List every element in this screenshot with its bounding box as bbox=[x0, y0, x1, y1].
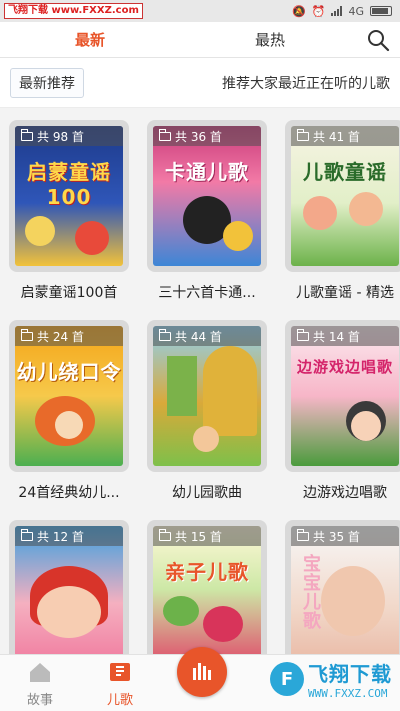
track-count: 共 24 首 bbox=[37, 329, 84, 344]
signal-icon bbox=[331, 6, 343, 16]
album-card[interactable]: 幼儿绕口令 共 24 首 24首经典幼儿... bbox=[6, 320, 132, 502]
fxxz-watermark: F 飞翔下载 WWW.FXXZ.COM bbox=[270, 658, 392, 700]
status-bar: 飞翔下载 www.FXXZ.com 🔕 ⏰ 4G bbox=[0, 0, 400, 22]
site-watermark: 飞翔下载 www.FXXZ.com bbox=[4, 3, 143, 19]
folder-icon bbox=[297, 328, 309, 341]
album-title: 启蒙童谣100首 bbox=[20, 285, 118, 301]
nav-story-label: 故事 bbox=[26, 693, 53, 708]
track-count-badge: 共 15 首 bbox=[153, 526, 261, 546]
equalizer-icon bbox=[193, 663, 211, 680]
album-cover: 共 44 首 bbox=[147, 320, 267, 472]
track-count-badge: 共 14 首 bbox=[291, 326, 399, 346]
folder-icon bbox=[21, 128, 33, 141]
album-grid: 启蒙童谣100 共 98 首 启蒙童谣100首 卡通儿歌 共 36 首 三十六首… bbox=[0, 108, 400, 654]
track-count-badge: 共 44 首 bbox=[153, 326, 261, 346]
album-cover: 亲子儿歌 共 15 首 bbox=[147, 520, 267, 654]
tab-hot[interactable]: 最热 bbox=[230, 29, 310, 50]
nav-song[interactable]: 儿歌 bbox=[90, 661, 150, 708]
track-count: 共 98 首 bbox=[37, 129, 84, 144]
album-cover: 宝宝儿歌 共 35 首 bbox=[285, 520, 400, 654]
fxxz-logo-icon: F bbox=[270, 662, 304, 696]
cover-title: 宝宝儿歌 bbox=[300, 554, 321, 630]
album-cover: 共 12 首 bbox=[9, 520, 129, 654]
folder-icon bbox=[159, 328, 171, 341]
track-count: 共 15 首 bbox=[175, 529, 222, 544]
watermark-sub: WWW.FXXZ.COM bbox=[308, 687, 388, 700]
album-cover: 边游戏边唱歌 共 14 首 bbox=[285, 320, 400, 472]
album-title: 边游戏边唱歌 bbox=[303, 485, 387, 501]
album-title: 儿歌童谣 - 精选 bbox=[296, 285, 394, 301]
track-count: 共 12 首 bbox=[37, 529, 84, 544]
album-cover: 卡通儿歌 共 36 首 bbox=[147, 120, 267, 272]
track-count: 共 41 首 bbox=[313, 129, 360, 144]
folder-icon bbox=[159, 528, 171, 541]
album-title: 三十六首卡通... bbox=[158, 285, 256, 301]
latest-recommend-chip[interactable]: 最新推荐 bbox=[10, 67, 84, 98]
cover-title: 启蒙童谣100 bbox=[27, 160, 111, 209]
top-tabs: 最新 最热 bbox=[0, 22, 400, 60]
network-type: 4G bbox=[348, 4, 364, 18]
album-card[interactable]: 边游戏边唱歌 共 14 首 边游戏边唱歌 bbox=[282, 320, 400, 502]
track-count-badge: 共 24 首 bbox=[15, 326, 123, 346]
album-card[interactable]: 共 12 首 bbox=[6, 520, 132, 654]
album-card[interactable]: 启蒙童谣100 共 98 首 启蒙童谣100首 bbox=[6, 120, 132, 302]
track-count: 共 36 首 bbox=[175, 129, 222, 144]
track-count: 共 35 首 bbox=[313, 529, 360, 544]
nav-song-label: 儿歌 bbox=[106, 693, 133, 708]
cover-title: 卡通儿歌 bbox=[165, 160, 249, 184]
album-card[interactable]: 卡通儿歌 共 36 首 三十六首卡通... bbox=[144, 120, 270, 302]
mute-icon: 🔕 bbox=[292, 4, 306, 18]
nav-story[interactable]: 故事 bbox=[10, 661, 70, 708]
album-card[interactable]: 共 44 首 幼儿园歌曲 bbox=[144, 320, 270, 502]
folder-icon bbox=[297, 528, 309, 541]
cover-title: 亲子儿歌 bbox=[165, 560, 249, 584]
recommend-banner: 最新推荐 推荐大家最近正在听的儿歌 bbox=[0, 58, 400, 108]
folder-icon bbox=[159, 128, 171, 141]
album-cover: 儿歌童谣 共 41 首 bbox=[285, 120, 400, 272]
cover-title: 幼儿绕口令 bbox=[16, 360, 122, 384]
album-cover: 幼儿绕口令 共 24 首 bbox=[9, 320, 129, 472]
folder-icon bbox=[21, 328, 33, 341]
folder-icon bbox=[21, 528, 33, 541]
recommend-text: 推荐大家最近正在听的儿歌 bbox=[222, 75, 390, 92]
track-count-badge: 共 35 首 bbox=[291, 526, 399, 546]
track-count-badge: 共 12 首 bbox=[15, 526, 123, 546]
album-title: 24首经典幼儿... bbox=[18, 485, 120, 501]
cover-title: 儿歌童谣 bbox=[303, 160, 387, 184]
home-icon bbox=[30, 663, 50, 682]
now-playing-button[interactable] bbox=[177, 647, 227, 697]
battery-icon bbox=[370, 6, 392, 16]
tab-latest[interactable]: 最新 bbox=[50, 29, 130, 60]
album-card[interactable]: 儿歌童谣 共 41 首 儿歌童谣 - 精选 bbox=[282, 120, 400, 302]
watermark-main: 飞翔下载 bbox=[308, 662, 392, 686]
music-book-icon bbox=[110, 663, 130, 681]
album-card[interactable]: 宝宝儿歌 共 35 首 bbox=[282, 520, 400, 654]
album-title: 幼儿园歌曲 bbox=[172, 485, 242, 501]
folder-icon bbox=[297, 128, 309, 141]
track-count: 共 44 首 bbox=[175, 329, 222, 344]
track-count-badge: 共 36 首 bbox=[153, 126, 261, 146]
track-count: 共 14 首 bbox=[313, 329, 360, 344]
album-cover: 启蒙童谣100 共 98 首 bbox=[9, 120, 129, 272]
bottom-nav: 故事 儿歌 F 飞翔下载 WWW.FXXZ.COM bbox=[0, 647, 400, 711]
cover-title: 边游戏边唱歌 bbox=[296, 358, 393, 376]
alarm-icon: ⏰ bbox=[311, 4, 326, 18]
track-count-badge: 共 98 首 bbox=[15, 126, 123, 146]
album-card[interactable]: 亲子儿歌 共 15 首 bbox=[144, 520, 270, 654]
search-icon[interactable] bbox=[366, 28, 390, 52]
track-count-badge: 共 41 首 bbox=[291, 126, 399, 146]
